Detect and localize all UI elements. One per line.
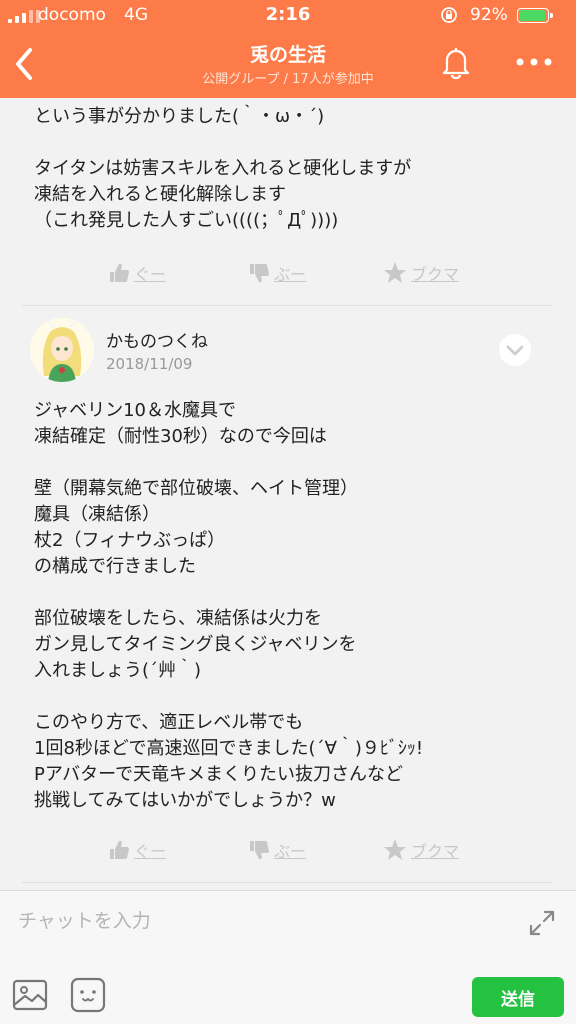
post-actions: ぐー ぶー ブクマ — [0, 261, 576, 291]
thumbs-down-icon — [250, 263, 269, 283]
rotation-lock-icon — [441, 7, 457, 23]
battery-percent: 92% — [470, 5, 508, 25]
image-icon[interactable] — [12, 979, 48, 1011]
bell-icon[interactable] — [438, 44, 474, 80]
avatar-image — [30, 318, 94, 382]
chat-input[interactable] — [18, 901, 498, 941]
bookmark-button[interactable]: ブクマ — [383, 838, 459, 862]
good-button[interactable]: ぐー — [108, 838, 166, 862]
good-button[interactable]: ぐー — [108, 261, 166, 285]
chat-input-bar: 送信 — [0, 890, 576, 1024]
star-icon — [384, 262, 406, 283]
group-title: 兎の生活 — [249, 44, 326, 66]
author-name[interactable]: かものつくね — [106, 327, 208, 352]
chevron-down-icon[interactable] — [499, 334, 531, 366]
post-text: という事が分かりました(｀・ω・´) タイタンは妨害スキルを入れると硬化しますが… — [34, 106, 412, 231]
chat-timeline[interactable]: という事が分かりました(｀・ω・´) タイタンは妨害スキルを入れると硬化しますが… — [0, 98, 576, 890]
expand-icon[interactable] — [526, 907, 558, 939]
star-icon — [384, 839, 406, 860]
more-options-icon[interactable] — [512, 52, 556, 72]
status-bar: docomo 4G 2:16 92% — [0, 0, 576, 30]
bookmark-button[interactable]: ブクマ — [383, 261, 459, 285]
group-subtitle: 公開グループ / 17人が参加中 — [202, 72, 374, 87]
thumbs-up-icon — [110, 263, 129, 283]
post-text: ジャベリン10＆水魔具で 凍結確定（耐性30秒）なので今回は 壁（開幕気絶で部位… — [34, 400, 424, 811]
avatar[interactable] — [30, 318, 94, 382]
post-actions: ぐー ぶー ブクマ — [0, 838, 576, 868]
post-divider — [22, 882, 552, 883]
bad-button[interactable]: ぶー — [248, 261, 306, 285]
battery-icon — [517, 8, 553, 23]
stamp-icon[interactable] — [70, 977, 106, 1013]
thumbs-up-icon — [110, 840, 129, 860]
group-header: 兎の生活 公開グループ / 17人が参加中 — [0, 30, 576, 98]
post-divider — [22, 305, 552, 306]
bad-button[interactable]: ぶー — [248, 838, 306, 862]
send-button[interactable]: 送信 — [472, 977, 564, 1017]
post-date: 2018/11/09 — [106, 355, 193, 373]
thumbs-down-icon — [250, 840, 269, 860]
